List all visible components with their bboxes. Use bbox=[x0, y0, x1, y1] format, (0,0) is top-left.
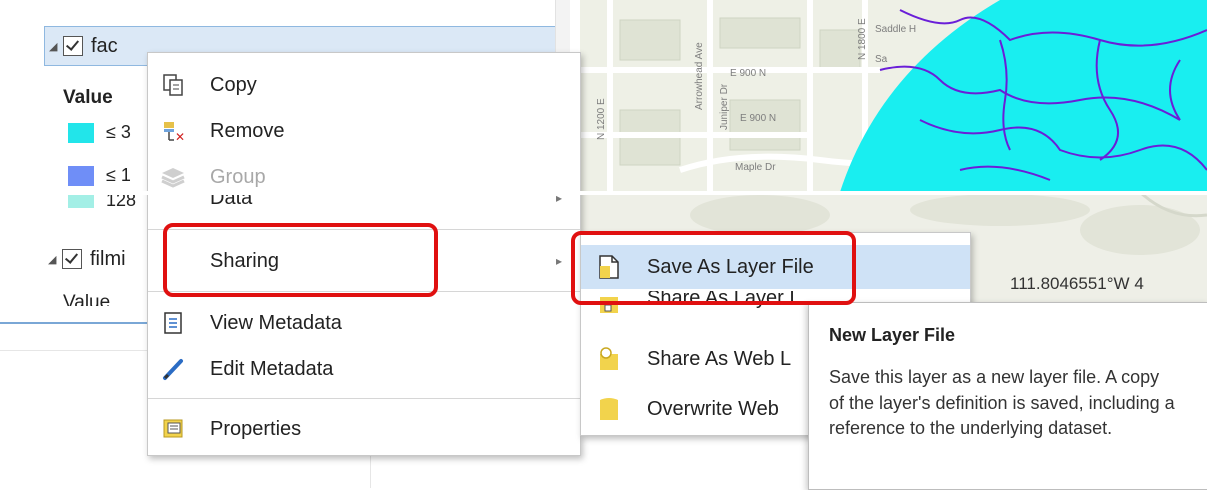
legend-swatch bbox=[68, 165, 94, 186]
menu-item-label: Group bbox=[210, 165, 266, 188]
legend-heading-value: Value bbox=[63, 292, 111, 306]
menu-item-label: Overwrite Web bbox=[647, 397, 779, 420]
legend-swatch bbox=[68, 122, 94, 143]
coordinate-readout: 111.8046551°W 4 bbox=[1010, 274, 1144, 293]
svg-text:✕: ✕ bbox=[175, 130, 185, 143]
street-label: Maple Dr bbox=[735, 162, 776, 173]
menu-item-label: Remove bbox=[210, 119, 285, 142]
menu-item-label: Share As Web L bbox=[647, 347, 792, 370]
copy-icon bbox=[160, 72, 186, 98]
view-metadata-icon bbox=[160, 310, 186, 336]
image-seam bbox=[0, 191, 1207, 195]
street-label: E 900 N bbox=[740, 113, 776, 124]
overwrite-web-icon bbox=[597, 396, 621, 422]
legend-label: ≤ 3 bbox=[106, 122, 131, 142]
layer-checkbox-fac[interactable] bbox=[63, 36, 83, 56]
properties-icon bbox=[160, 416, 186, 442]
tooltip-new-layer-file: New Layer File Save this layer as a new … bbox=[808, 302, 1207, 490]
expand-triangle-icon[interactable]: ◢ bbox=[49, 40, 63, 53]
submenu-arrow-icon: ▸ bbox=[555, 254, 562, 268]
layer-row-filmi[interactable]: ◢ filmi bbox=[48, 242, 126, 276]
menu-item-label: Edit Metadata bbox=[210, 357, 334, 380]
expand-triangle-icon[interactable]: ◢ bbox=[48, 253, 62, 266]
menu-item-label: Data bbox=[210, 193, 253, 209]
menu-item-label: Copy bbox=[210, 73, 257, 96]
remove-icon: ✕ bbox=[160, 118, 186, 144]
menu-item-data[interactable]: Data ▸ bbox=[148, 193, 580, 211]
street-label: Juniper Dr bbox=[719, 83, 730, 130]
tooltip-description: Save this layer as a new layer file. A c… bbox=[829, 367, 1175, 438]
menu-item-label: View Metadata bbox=[210, 311, 342, 334]
menu-item-properties[interactable]: Properties bbox=[148, 407, 580, 451]
street-label: Arrowhead Ave bbox=[694, 42, 705, 110]
legend-item: ≤ 1 bbox=[68, 165, 131, 186]
menu-item-label: Properties bbox=[210, 417, 302, 440]
layer-name-fac: fac bbox=[91, 34, 118, 57]
menu-item-view-metadata[interactable]: View Metadata bbox=[148, 301, 580, 345]
legend-item: ≤ 3 bbox=[68, 122, 131, 143]
legend-label: ≤ 1 bbox=[106, 165, 131, 185]
highlight-box-sharing bbox=[163, 223, 438, 297]
street-label: Saddle H bbox=[875, 24, 916, 35]
tooltip-title: New Layer File bbox=[829, 325, 956, 345]
menu-separator bbox=[148, 398, 580, 399]
share-web-layer-icon bbox=[597, 346, 621, 372]
group-icon bbox=[160, 164, 186, 190]
street-label: N 1200 E bbox=[596, 98, 607, 140]
menu-item-copy[interactable]: Copy bbox=[148, 63, 580, 107]
street-label: N 1800 E bbox=[857, 18, 868, 60]
legend-heading-value: Value bbox=[63, 87, 113, 108]
highlight-box-save-as-layer-file bbox=[571, 231, 856, 305]
street-label: Sa bbox=[875, 54, 888, 65]
menu-item-remove[interactable]: ✕ Remove bbox=[148, 109, 580, 153]
street-label: E 900 N bbox=[730, 68, 766, 79]
menu-item-edit-metadata[interactable]: Edit Metadata bbox=[148, 347, 580, 391]
edit-metadata-icon bbox=[160, 356, 186, 382]
layer-checkbox-filmi[interactable] bbox=[62, 249, 82, 269]
layer-name-filmi: filmi bbox=[90, 247, 126, 270]
